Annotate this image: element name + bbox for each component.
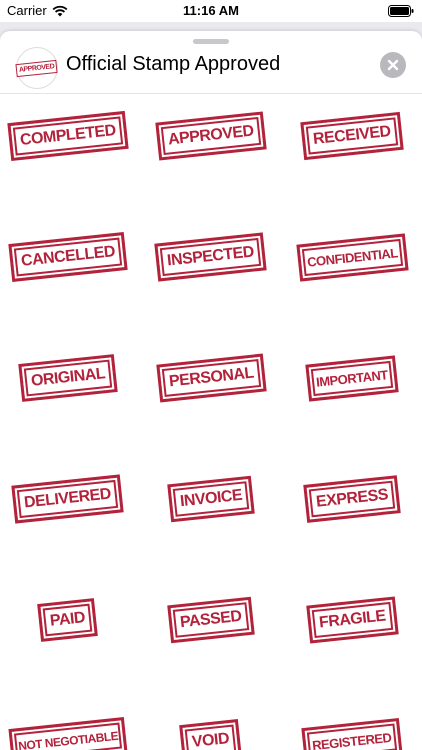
sticker-personal[interactable]: PERSONAL bbox=[151, 343, 271, 413]
battery-icon bbox=[388, 5, 414, 17]
sticker-received[interactable]: RECEIVED bbox=[292, 101, 412, 171]
sticker-registered[interactable]: REGISTERED bbox=[292, 706, 412, 750]
sticker-confidential[interactable]: CONFIDENTIAL bbox=[292, 222, 412, 292]
sticker-label: APPROVED bbox=[155, 111, 267, 161]
sticker-paid[interactable]: PAID bbox=[8, 585, 128, 655]
sheet-grabber[interactable] bbox=[193, 39, 229, 44]
sticker-void[interactable]: VOID bbox=[151, 706, 271, 750]
sticker-label: EXPRESS bbox=[303, 475, 401, 523]
sticker-label: RECEIVED bbox=[300, 111, 404, 161]
close-icon bbox=[387, 59, 399, 71]
sticker-label: DELIVERED bbox=[11, 474, 125, 524]
app-title: Official Stamp Approved bbox=[66, 53, 281, 75]
sticker-label: INVOICE bbox=[167, 475, 255, 523]
app-icon-stamp: APPROVED bbox=[15, 59, 59, 77]
sticker-label: FRAGILE bbox=[305, 596, 399, 644]
sticker-grid: COMPLETED APPROVED RECEIVED CANCELLED IN… bbox=[0, 93, 422, 750]
sheet-header: APPROVED Official Stamp Approved bbox=[0, 45, 422, 94]
sticker-label: PERSONAL bbox=[155, 353, 267, 403]
sticker-label: ORIGINAL bbox=[18, 354, 118, 402]
sticker-passed[interactable]: PASSED bbox=[151, 585, 271, 655]
sticker-not-negotiable[interactable]: NOT NEGOTIABLE bbox=[8, 706, 128, 750]
sticker-label: COMPLETED bbox=[7, 110, 129, 162]
sticker-inspected[interactable]: INSPECTED bbox=[151, 222, 271, 292]
sticker-label: PASSED bbox=[167, 596, 255, 644]
sticker-original[interactable]: ORIGINAL bbox=[8, 343, 128, 413]
close-button[interactable] bbox=[380, 52, 406, 78]
sticker-delivered[interactable]: DELIVERED bbox=[8, 464, 128, 534]
sticker-approved[interactable]: APPROVED bbox=[151, 101, 271, 171]
sticker-fragile[interactable]: FRAGILE bbox=[292, 585, 412, 655]
sticker-sheet: APPROVED Official Stamp Approved COMPLET… bbox=[0, 31, 422, 750]
sticker-express[interactable]: EXPRESS bbox=[292, 464, 412, 534]
status-bar: Carrier 11:16 AM bbox=[0, 0, 422, 22]
sticker-label: INSPECTED bbox=[154, 232, 268, 282]
sticker-label: VOID bbox=[179, 719, 243, 750]
sticker-important[interactable]: IMPORTANT bbox=[292, 343, 412, 413]
sticker-label: IMPORTANT bbox=[305, 354, 399, 402]
sticker-invoice[interactable]: INVOICE bbox=[151, 464, 271, 534]
sticker-completed[interactable]: COMPLETED bbox=[7, 101, 129, 171]
sticker-label: CONFIDENTIAL bbox=[295, 232, 409, 282]
sticker-label: NOT NEGOTIABLE bbox=[8, 717, 128, 750]
status-time: 11:16 AM bbox=[183, 3, 239, 18]
sticker-label: REGISTERED bbox=[301, 717, 403, 750]
app-icon: APPROVED bbox=[15, 47, 59, 89]
sticker-label: CANCELLED bbox=[8, 232, 128, 282]
sticker-cancelled[interactable]: CANCELLED bbox=[8, 222, 128, 292]
sticker-label: PAID bbox=[37, 598, 99, 642]
